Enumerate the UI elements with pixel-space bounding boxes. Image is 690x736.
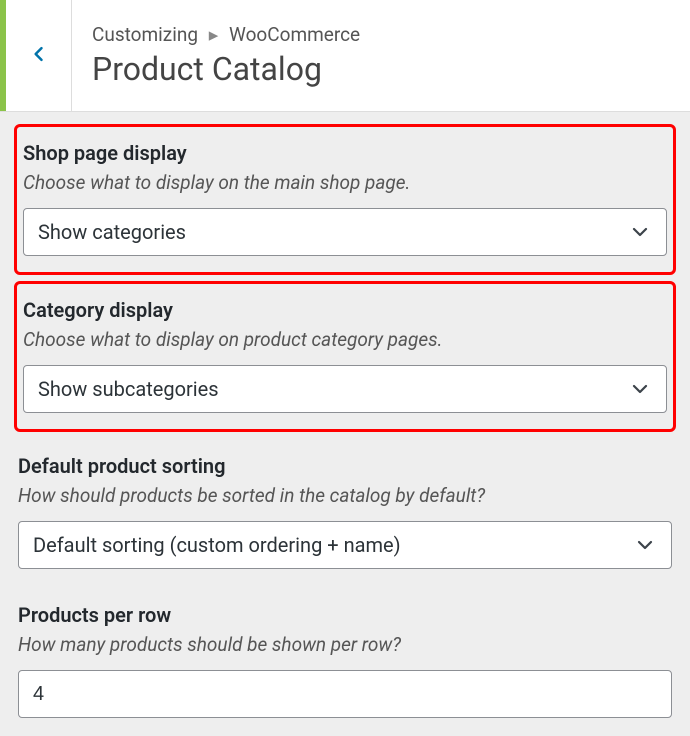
shop-page-display-select[interactable]: Show categories xyxy=(23,208,667,256)
shop-page-display-section: Shop page display Choose what to display… xyxy=(14,124,676,275)
category-display-desc: Choose what to display on product catego… xyxy=(23,328,667,351)
default-sorting-value: Default sorting (custom ordering + name) xyxy=(33,533,401,557)
shop-page-display-value: Show categories xyxy=(38,220,186,244)
page-title: Product Catalog xyxy=(92,50,360,88)
breadcrumb: Customizing ▸ WooCommerce xyxy=(92,23,360,46)
category-display-section: Category display Choose what to display … xyxy=(14,281,676,432)
category-display-value: Show subcategories xyxy=(38,377,219,401)
chevron-down-icon xyxy=(633,533,657,557)
back-button[interactable] xyxy=(6,0,72,111)
breadcrumb-parent: WooCommerce xyxy=(229,23,360,46)
shop-page-display-title: Shop page display xyxy=(23,141,667,165)
breadcrumb-separator-icon: ▸ xyxy=(209,23,219,46)
header-text: Customizing ▸ WooCommerce Product Catalo… xyxy=(72,23,360,88)
breadcrumb-prefix: Customizing xyxy=(92,23,198,46)
default-sorting-title: Default product sorting xyxy=(18,454,672,478)
category-display-title: Category display xyxy=(23,298,667,322)
products-per-row-title: Products per row xyxy=(18,603,672,627)
default-sorting-section: Default product sorting How should produ… xyxy=(14,438,676,587)
category-display-select[interactable]: Show subcategories xyxy=(23,365,667,413)
default-sorting-select[interactable]: Default sorting (custom ordering + name) xyxy=(18,521,672,569)
products-per-row-desc: How many products should be shown per ro… xyxy=(18,633,672,656)
shop-page-display-desc: Choose what to display on the main shop … xyxy=(23,171,667,194)
chevron-left-icon xyxy=(29,44,49,68)
settings-panel: Shop page display Choose what to display… xyxy=(0,112,690,736)
default-sorting-desc: How should products be sorted in the cat… xyxy=(18,484,672,507)
chevron-down-icon xyxy=(628,377,652,401)
customizer-header: Customizing ▸ WooCommerce Product Catalo… xyxy=(0,0,690,112)
chevron-down-icon xyxy=(628,220,652,244)
products-per-row-input[interactable] xyxy=(18,670,672,718)
